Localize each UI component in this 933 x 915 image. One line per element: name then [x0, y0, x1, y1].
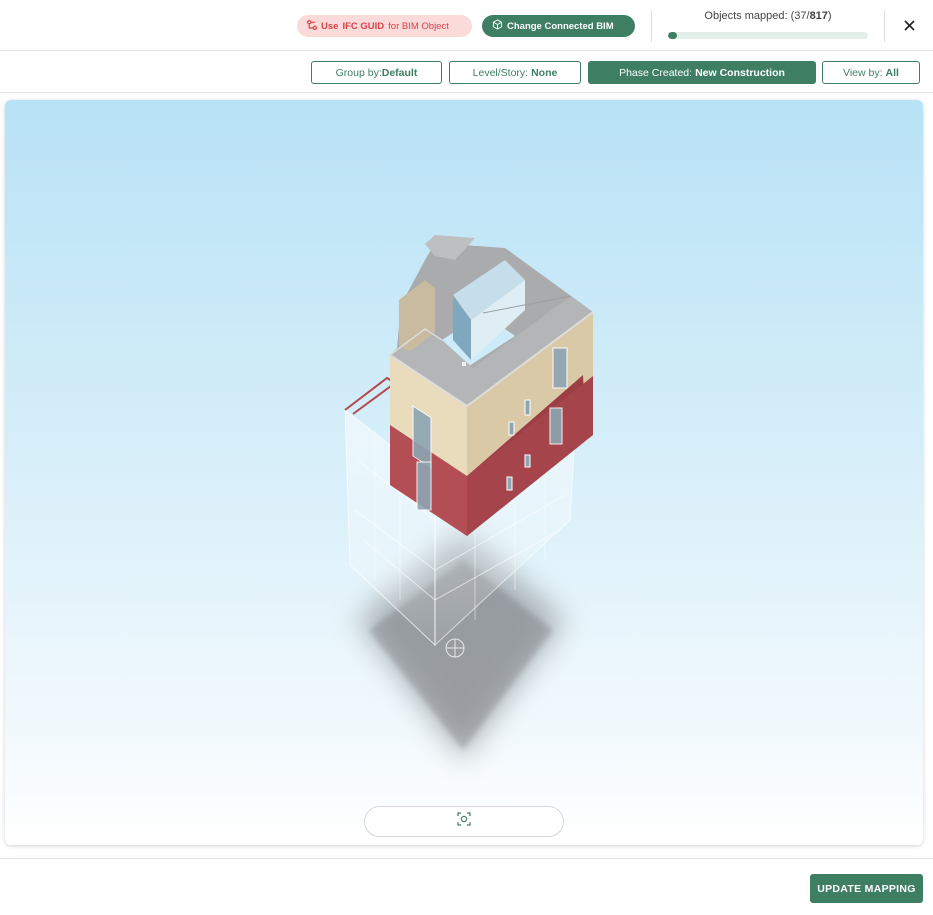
bim-3d-viewer[interactable]: [5, 100, 923, 845]
change-connected-bim-button[interactable]: Change Connected BIM: [482, 15, 635, 37]
close-button[interactable]: [898, 16, 920, 38]
phase-created-button[interactable]: Phase Created: New Construction: [588, 61, 816, 84]
close-icon: [903, 18, 915, 36]
divider: [651, 10, 652, 42]
objects-mapped-label: Objects mapped: (37/817): [704, 10, 832, 22]
level-story-button[interactable]: Level/Story: None: [449, 61, 581, 84]
view-by-button[interactable]: View by: All: [822, 61, 920, 84]
ifc-suffix: for BIM Object: [388, 20, 449, 32]
fit-view-button[interactable]: [364, 806, 564, 837]
mapping-progress-bar: [668, 32, 868, 39]
top-bar: Use IFC GUID for BIM Object Change Conne…: [0, 0, 933, 51]
ifc-prefix: Use: [321, 20, 339, 32]
axis-gizmo-icon: [445, 638, 465, 658]
ifc-highlight: IFC GUID: [342, 20, 385, 32]
group-by-button[interactable]: Group by: Default: [311, 61, 442, 84]
filter-bar: Group by: Default Level/Story: None Phase …: [0, 51, 933, 93]
update-mapping-button[interactable]: UPDATE MAPPING: [810, 874, 923, 903]
use-ifc-guid-button[interactable]: Use IFC GUID for BIM Object: [297, 15, 472, 37]
divider: [884, 10, 885, 42]
focus-target-icon: [457, 812, 471, 831]
building-model[interactable]: [5, 100, 923, 845]
footer: UPDATE MAPPING: [0, 858, 933, 915]
cube-icon: [492, 19, 503, 33]
mapping-progress-fill: [668, 32, 678, 39]
change-bim-label: Change Connected BIM: [507, 20, 614, 32]
link-nodes-icon: [307, 19, 318, 33]
